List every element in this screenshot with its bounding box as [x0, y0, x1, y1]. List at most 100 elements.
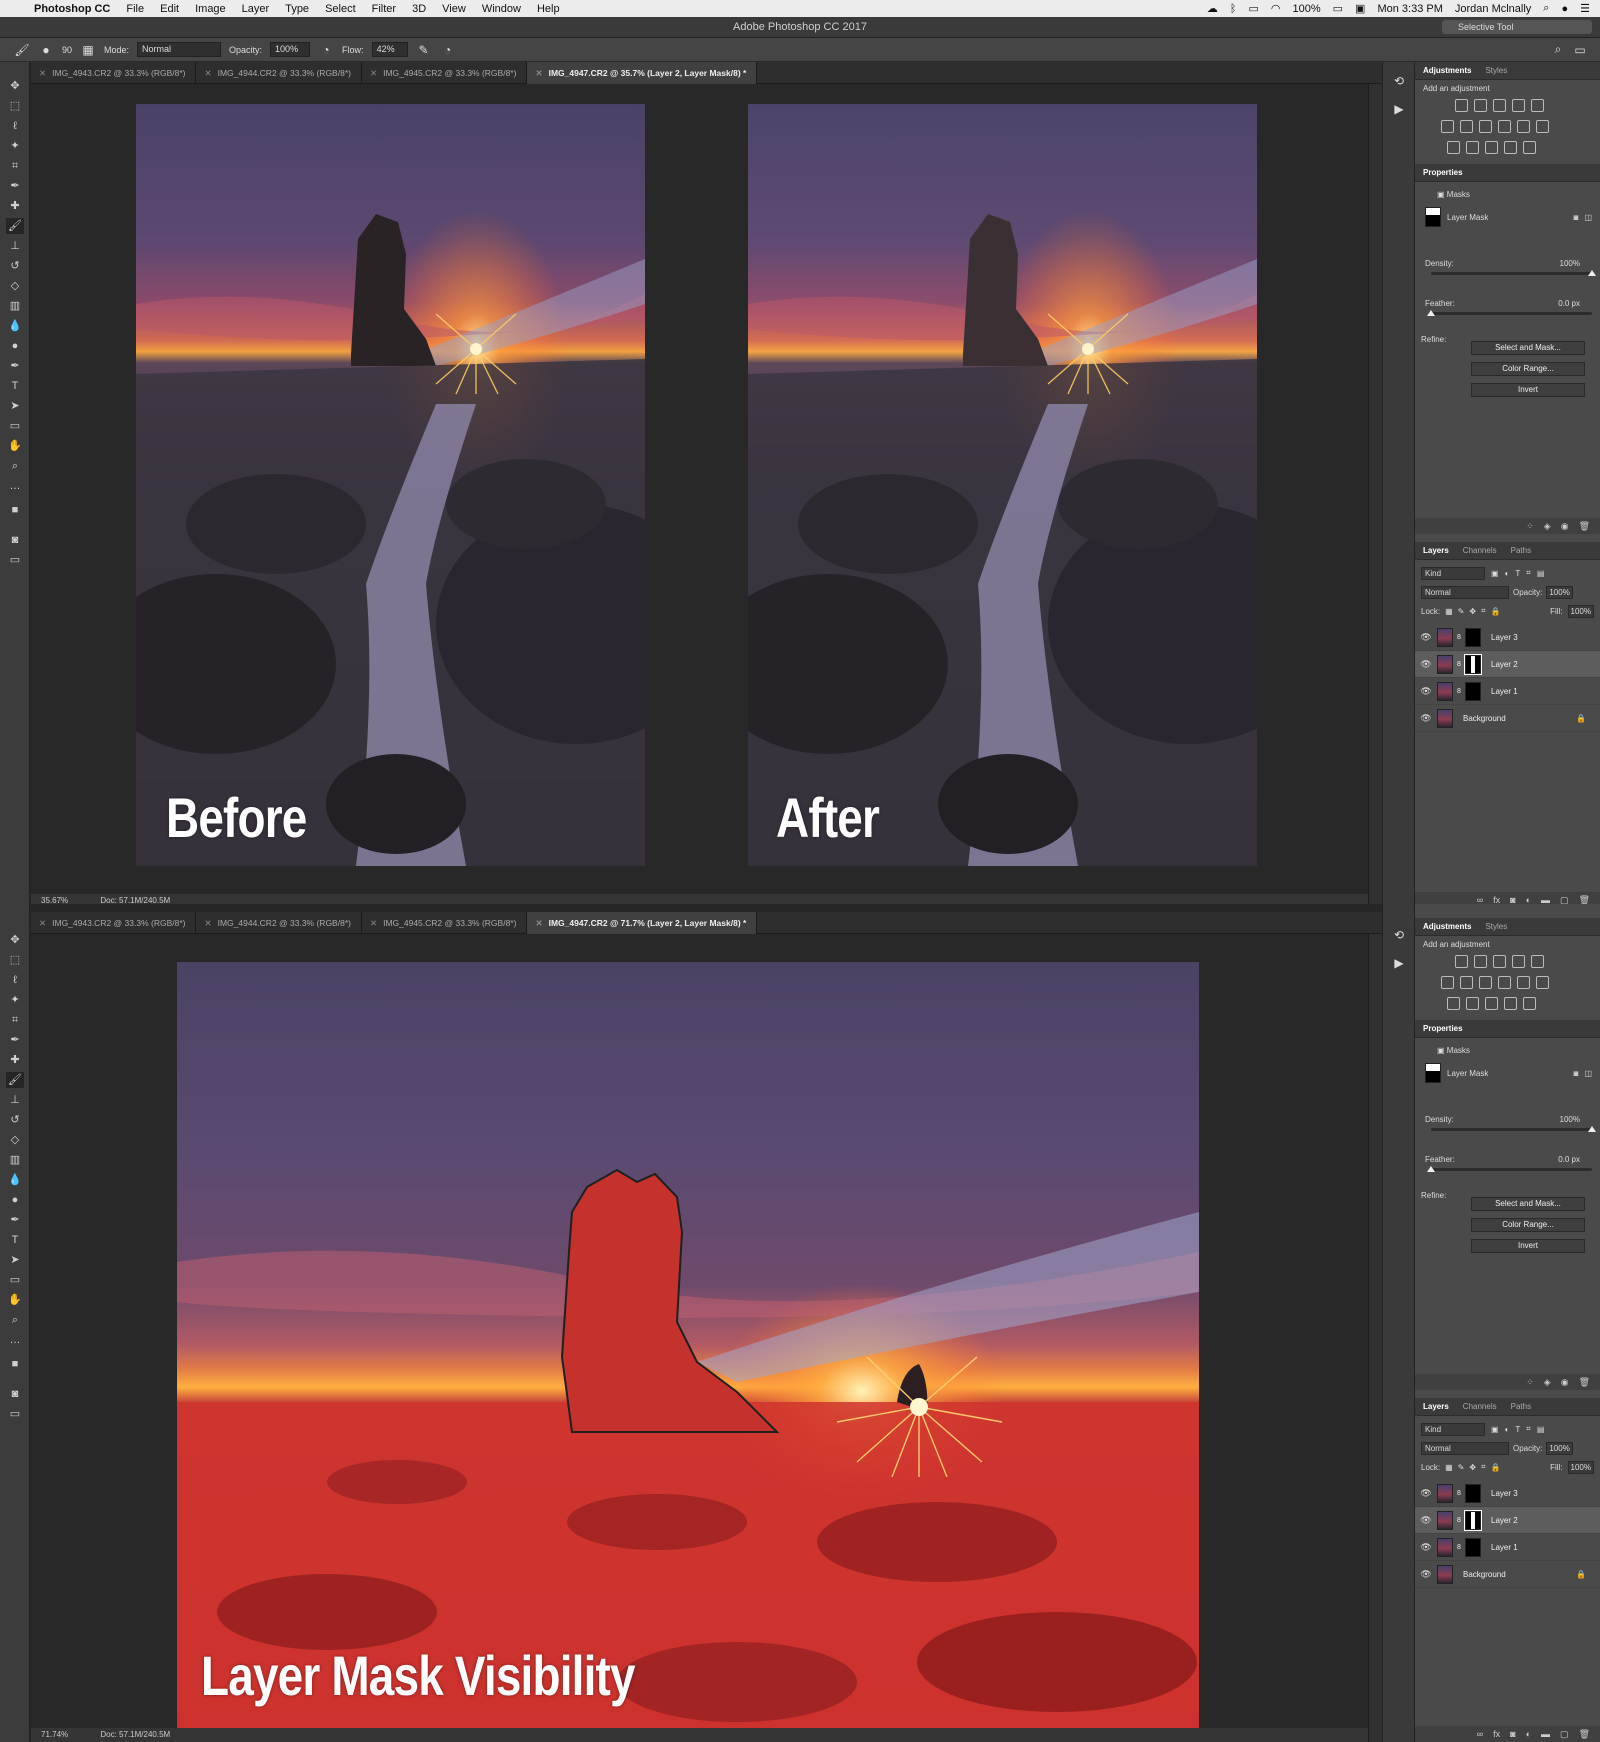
clock[interactable]: Mon 3:33 PM	[1377, 3, 1442, 15]
tab-img-4944[interactable]: ✕ IMG_4944.CR2 @ 33.3% (RGB/8*)	[196, 62, 362, 84]
menu-help[interactable]: Help	[537, 3, 560, 15]
menu-filter[interactable]: Filter	[372, 3, 396, 15]
tab-channels[interactable]: Channels	[1463, 1402, 1497, 1411]
pen-tool-icon[interactable]: ✒	[6, 1212, 24, 1228]
move-tool-icon[interactable]: ✥	[6, 932, 24, 948]
close-tab-icon[interactable]: ✕	[204, 918, 211, 928]
dodge-tool-icon[interactable]: ●	[6, 1192, 24, 1208]
filter-adjustment-icon[interactable]: ◐	[1505, 1425, 1510, 1434]
tab-img-4945[interactable]: ✕ IMG_4945.CR2 @ 33.3% (RGB/8*)	[362, 912, 528, 934]
posterize-icon[interactable]	[1466, 141, 1479, 154]
tab-styles[interactable]: Styles	[1485, 66, 1507, 75]
lock-artboard-icon[interactable]: ⌗	[1481, 606, 1486, 616]
toggle-mask-icon[interactable]: ◉	[1561, 521, 1569, 532]
visibility-eye-icon[interactable]: 👁	[1415, 659, 1437, 670]
apply-mask-icon[interactable]: ◙	[1574, 1069, 1579, 1078]
load-selection-icon[interactable]: ⁘	[1526, 521, 1534, 532]
vector-mask-icon[interactable]: ◫	[1584, 213, 1592, 222]
color-swatches-icon[interactable]: ■	[6, 1356, 24, 1372]
filter-type-icon[interactable]: T	[1515, 1425, 1520, 1434]
filter-pixel-icon[interactable]: ▣	[1491, 1425, 1499, 1434]
delete-mask-icon[interactable]: 🗑	[1579, 521, 1590, 532]
crop-tool-icon[interactable]: ⌗	[6, 158, 24, 174]
lock-transparent-icon[interactable]: ▦	[1445, 607, 1453, 616]
lock-position-icon[interactable]: ✥	[1469, 1463, 1476, 1472]
mode-select[interactable]: Normal	[137, 42, 222, 57]
hue-sat-icon[interactable]	[1441, 120, 1454, 133]
brightness-icon[interactable]	[1455, 955, 1468, 968]
menu-view[interactable]: View	[442, 3, 466, 15]
tab-img-4945[interactable]: ✕ IMG_4945.CR2 @ 33.3% (RGB/8*)	[362, 62, 528, 84]
zoom-tool-icon[interactable]: ⌕	[6, 458, 24, 474]
visibility-eye-icon[interactable]: 👁	[1415, 1488, 1437, 1499]
new-layer-icon[interactable]: ▢	[1560, 1729, 1569, 1740]
quick-mask-icon[interactable]: ◙	[6, 1386, 24, 1402]
tab-img-4947[interactable]: ✕ IMG_4947.CR2 @ 35.7% (Layer 2, Layer Ma…	[527, 62, 758, 84]
battery-icon[interactable]: ▭	[1333, 2, 1343, 15]
close-tab-icon[interactable]: ✕	[370, 68, 377, 78]
layer-name[interactable]: Layer 1	[1491, 1543, 1518, 1552]
apply-mask-footer-icon[interactable]: ◈	[1544, 521, 1551, 532]
hand-tool-icon[interactable]: ✋	[6, 1292, 24, 1308]
history-brush-icon[interactable]: ↺	[6, 1112, 24, 1128]
close-tab-icon[interactable]: ✕	[535, 918, 542, 928]
more-tools-icon[interactable]: …	[6, 1332, 24, 1348]
eyedropper-tool-icon[interactable]: ✒	[6, 178, 24, 194]
history-panel-icon[interactable]: ⟲	[1391, 928, 1407, 944]
visibility-eye-icon[interactable]: 👁	[1415, 1515, 1437, 1526]
channel-mixer-icon[interactable]	[1517, 976, 1530, 989]
delete-mask-icon[interactable]: 🗑	[1579, 1377, 1590, 1388]
zoom-level[interactable]: 71.74%	[41, 1730, 68, 1739]
exposure-icon[interactable]	[1512, 99, 1525, 112]
layer-opacity-field[interactable]: 100%	[1546, 1441, 1573, 1455]
brush-panel-toggle-icon[interactable]: ▦	[80, 42, 96, 58]
select-and-mask-button[interactable]: Select and Mask...	[1471, 1197, 1585, 1211]
brightness-icon[interactable]	[1455, 99, 1468, 112]
brush-tool-icon[interactable]: 🖌	[14, 42, 30, 58]
threshold-icon[interactable]	[1485, 141, 1498, 154]
link-layers-icon[interactable]: ∞	[1477, 1729, 1483, 1739]
vibrance-icon[interactable]	[1531, 99, 1544, 112]
photo-filter-icon[interactable]	[1498, 120, 1511, 133]
lock-all-icon[interactable]: 🔒	[1491, 1463, 1501, 1472]
levels-icon[interactable]	[1474, 955, 1487, 968]
tab-img-4943[interactable]: ✕ IMG_4943.CR2 @ 33.3% (RGB/8*)	[31, 912, 197, 934]
notification-center-icon[interactable]: ☰	[1580, 2, 1590, 15]
lock-transparent-icon[interactable]: ▦	[1445, 1463, 1453, 1472]
close-tab-icon[interactable]: ✕	[39, 68, 46, 78]
apply-mask-footer-icon[interactable]: ◈	[1544, 1377, 1551, 1388]
density-value[interactable]: 100%	[1560, 259, 1580, 268]
apply-mask-icon[interactable]: ◙	[1574, 213, 1579, 222]
app-menu[interactable]: Photoshop CC	[34, 3, 110, 15]
rectangle-tool-icon[interactable]: ▭	[6, 418, 24, 434]
type-tool-icon[interactable]: T	[6, 1232, 24, 1248]
black-white-icon[interactable]	[1479, 976, 1492, 989]
channel-mixer-icon[interactable]	[1517, 120, 1530, 133]
eraser-tool-icon[interactable]: ◇	[6, 1132, 24, 1148]
pressure-size-icon[interactable]: ◔	[440, 42, 456, 58]
hue-sat-icon[interactable]	[1441, 976, 1454, 989]
filter-type-icon[interactable]: T	[1515, 569, 1520, 578]
zoom-tool-icon[interactable]: ⌕	[6, 1312, 24, 1328]
selective-color-icon[interactable]	[1504, 141, 1517, 154]
layer-row[interactable]: 👁 8 Layer 3	[1415, 624, 1600, 651]
magic-wand-tool-icon[interactable]: ✦	[6, 138, 24, 154]
visibility-eye-icon[interactable]: 👁	[1415, 686, 1437, 697]
more-tools-icon[interactable]: …	[6, 478, 24, 494]
healing-tool-icon[interactable]: ✚	[6, 198, 24, 214]
mask-thumbnail[interactable]	[1465, 681, 1481, 701]
color-balance-icon[interactable]	[1460, 120, 1473, 133]
layer-row-selected[interactable]: 👁 8 Layer 2	[1415, 651, 1600, 678]
new-group-icon[interactable]: ▬	[1541, 1729, 1550, 1739]
mask-thumbnail[interactable]	[1465, 1483, 1481, 1503]
eyedropper-tool-icon[interactable]: ✒	[6, 1032, 24, 1048]
stamp-tool-icon[interactable]: ⊥	[6, 1092, 24, 1108]
opacity-field[interactable]: 100%	[270, 42, 311, 57]
fill-field[interactable]: 100%	[1567, 604, 1594, 618]
layer-row[interactable]: 👁 Background 🔒	[1415, 1561, 1600, 1588]
toggle-mask-icon[interactable]: ◉	[1561, 1377, 1569, 1388]
menu-window[interactable]: Window	[482, 3, 521, 15]
tab-layers[interactable]: Layers	[1423, 546, 1449, 555]
siri-icon[interactable]: ●	[1561, 3, 1568, 15]
tab-paths[interactable]: Paths	[1511, 1402, 1531, 1411]
